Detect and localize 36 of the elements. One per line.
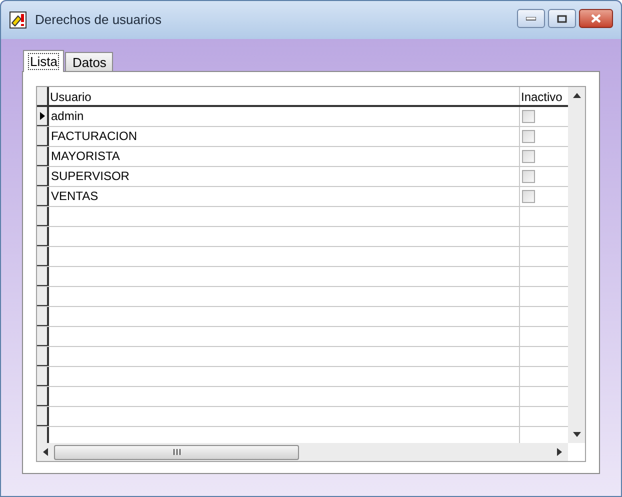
table-cell: MAYORISTA	[49, 147, 520, 166]
grip-icon	[172, 449, 180, 455]
scroll-right-icon[interactable]	[557, 448, 562, 456]
table-cell: admin	[49, 107, 520, 126]
close-icon	[591, 14, 601, 23]
row-header[interactable]	[37, 167, 49, 186]
checkbox[interactable]	[522, 170, 535, 183]
scroll-left-icon[interactable]	[43, 448, 48, 456]
column-header[interactable]: Inactivo	[520, 87, 568, 105]
maximize-icon	[557, 14, 567, 22]
current-row-icon	[40, 112, 44, 120]
minimize-button[interactable]	[517, 9, 545, 28]
scroll-down-icon[interactable]	[572, 432, 580, 437]
table-cell: VENTAS	[49, 187, 520, 206]
row-header[interactable]	[37, 107, 49, 126]
checkbox[interactable]	[522, 130, 535, 143]
maximize-button[interactable]	[548, 9, 576, 28]
row-header[interactable]	[37, 147, 49, 166]
scroll-up-icon[interactable]	[572, 93, 580, 98]
app-icon	[9, 11, 27, 29]
tab[interactable]: Lista	[23, 50, 64, 72]
row-header[interactable]	[37, 127, 49, 146]
horizontal-scrollbar[interactable]	[37, 443, 568, 461]
vertical-scrollbar[interactable]	[568, 87, 585, 443]
window-title: Derechos de usuarios	[35, 11, 162, 30]
close-button[interactable]	[579, 9, 613, 28]
minimize-icon	[526, 16, 536, 20]
tab[interactable]: Datos	[65, 52, 114, 71]
column-header[interactable]: Usuario	[49, 87, 520, 105]
table-cell: FACTURACION	[49, 127, 520, 146]
checkbox[interactable]	[522, 110, 535, 123]
scroll-thumb[interactable]	[54, 444, 299, 460]
row-header[interactable]	[37, 187, 49, 206]
table-cell: SUPERVISOR	[49, 167, 520, 186]
checkbox[interactable]	[522, 150, 535, 163]
checkbox[interactable]	[522, 190, 535, 203]
